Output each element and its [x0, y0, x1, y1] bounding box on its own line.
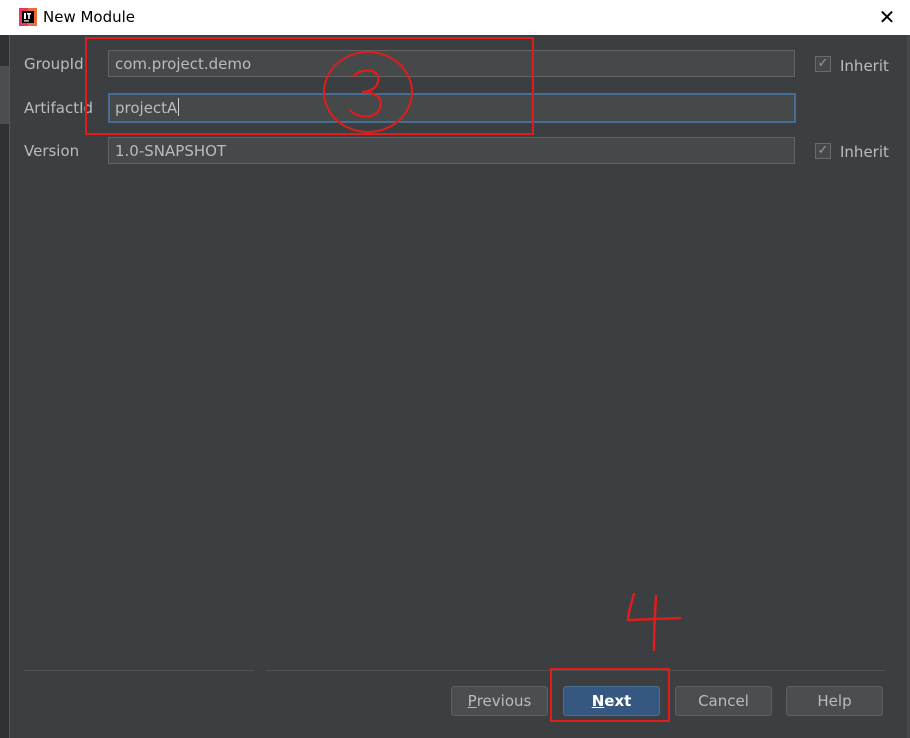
previous-label: revious — [476, 692, 532, 710]
background-edge — [0, 35, 9, 738]
annotation-step-4: 4 — [626, 592, 682, 652]
annotation-box-next — [550, 668, 670, 722]
bottom-separator — [24, 670, 254, 671]
annotation-box-fields — [85, 37, 534, 135]
title-bar: New Module ✕ — [0, 0, 910, 35]
groupid-label: GroupId — [24, 55, 84, 73]
annotation-step-3: 3 — [323, 51, 413, 133]
cancel-button[interactable]: Cancel — [675, 686, 772, 716]
previous-button[interactable]: Previous — [451, 686, 548, 716]
version-label: Version — [24, 142, 80, 160]
close-button[interactable]: ✕ — [872, 3, 902, 31]
version-field[interactable]: 1.0-SNAPSHOT — [108, 137, 795, 164]
panel-border — [9, 35, 10, 738]
version-inherit-label: Inherit — [840, 143, 889, 161]
previous-mnemonic: P — [467, 692, 477, 710]
check-icon: ✓ — [817, 56, 829, 71]
close-icon: ✕ — [878, 5, 896, 29]
background-strip — [0, 66, 9, 124]
help-button[interactable]: Help — [786, 686, 883, 716]
groupid-inherit-checkbox[interactable]: ✓ — [815, 56, 831, 72]
check-icon: ✓ — [817, 143, 829, 158]
intellij-icon — [19, 8, 37, 26]
version-inherit-checkbox[interactable]: ✓ — [815, 143, 831, 159]
window-title: New Module — [43, 8, 136, 26]
groupid-inherit-label: Inherit — [840, 57, 889, 75]
artifactid-label: ArtifactId — [24, 99, 94, 117]
